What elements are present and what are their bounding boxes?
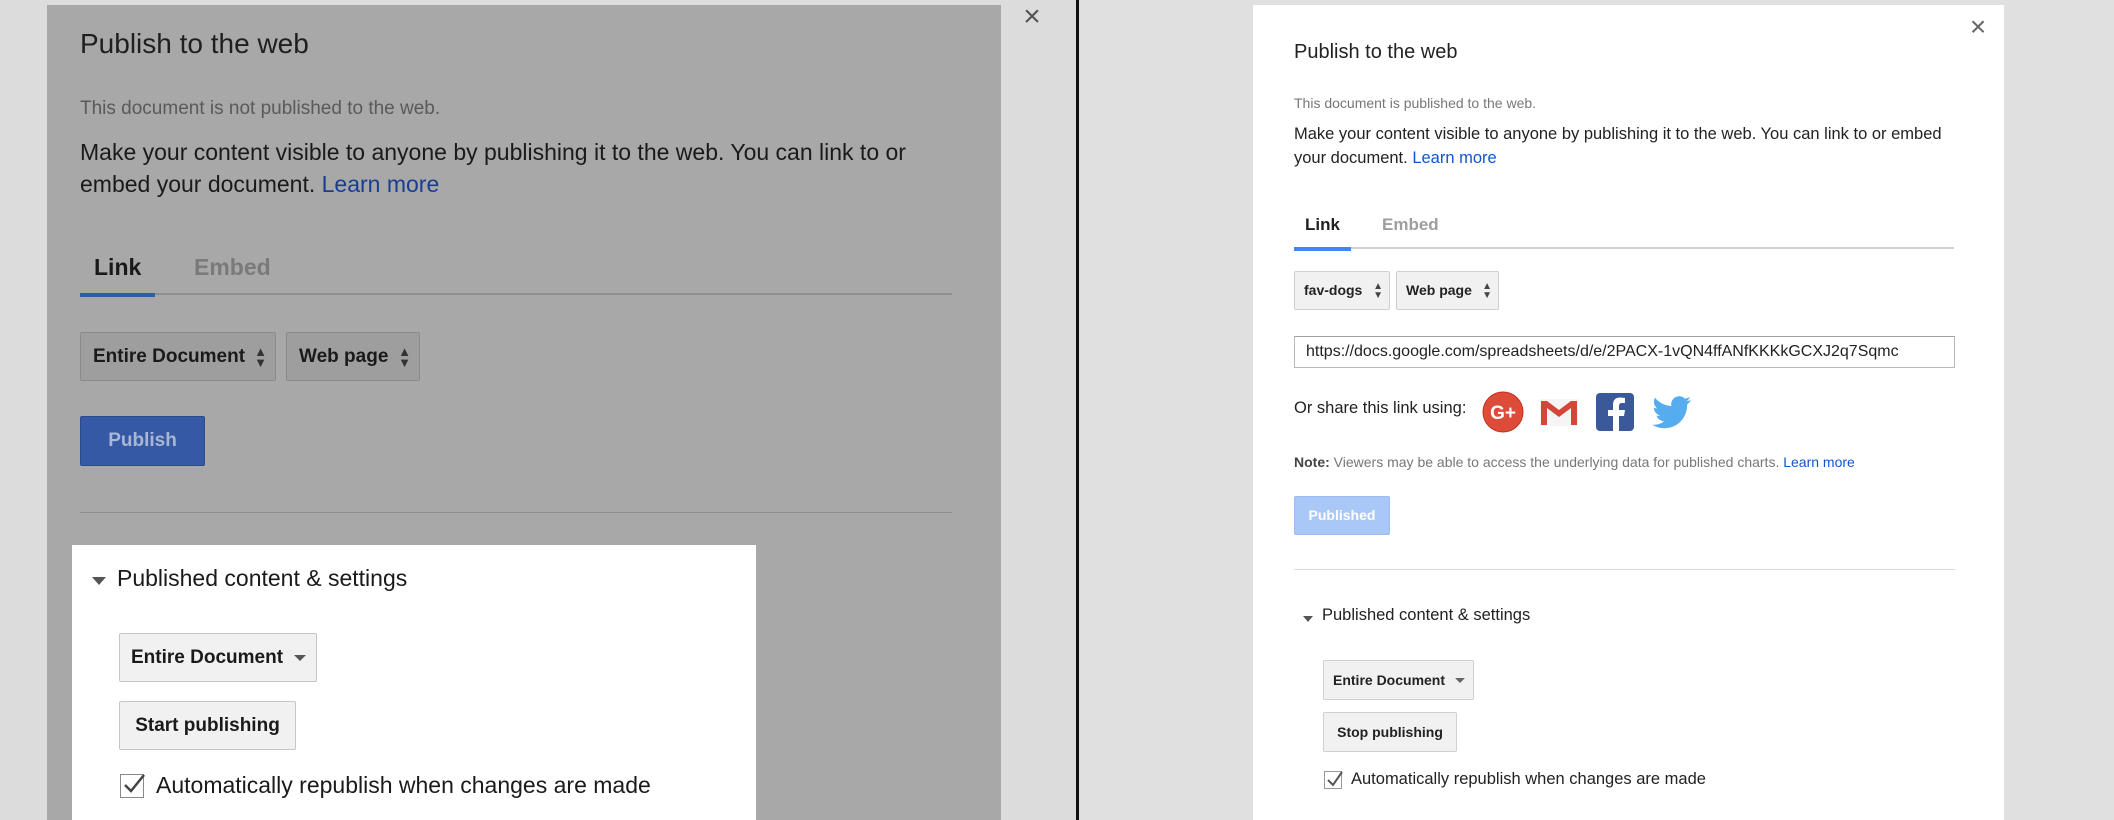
auto-republish-checkbox[interactable]	[1324, 771, 1343, 789]
right-screenshot-pane: × Publish to the web This document is pu…	[1079, 0, 2114, 820]
published-button[interactable]: Published	[1294, 496, 1390, 535]
updown-arrows-icon: ▲ ▼	[1482, 280, 1492, 301]
content-scope-dropdown[interactable]: Entire Document	[1323, 660, 1474, 700]
twitter-share-icon[interactable]	[1650, 390, 1694, 434]
publish-status-text: This document is not published to the we…	[80, 98, 441, 119]
left-screenshot-pane: × Publish to the web This document is no…	[0, 0, 1076, 820]
auto-republish-checkbox[interactable]	[120, 774, 145, 798]
start-publishing-button[interactable]: Start publishing	[119, 701, 296, 750]
collapse-triangle-icon[interactable]	[1303, 616, 1313, 622]
publish-button[interactable]: Publish	[80, 416, 205, 466]
note-label: Note:	[1294, 454, 1330, 470]
learn-more-link[interactable]: Learn more	[1412, 149, 1496, 167]
dropdown-value: Entire Document	[131, 647, 284, 668]
google-plus-glyph: G+	[1490, 403, 1516, 424]
updown-arrows-icon: ▲ ▼	[398, 343, 411, 370]
sheet-select[interactable]: fav-dogs ▲ ▼	[1294, 271, 1390, 310]
note-text: Viewers may be able to access the underl…	[1333, 454, 1780, 470]
publish-status-text: This document is published to the web.	[1294, 95, 1537, 111]
description-text: Make your content visible to anyone by p…	[1294, 125, 1942, 167]
close-icon[interactable]: ×	[1965, 13, 1991, 42]
dialog-description: Make your content visible to anyone by p…	[1294, 122, 1944, 170]
dialog-description: Make your content visible to anyone by p…	[80, 136, 940, 200]
note-learn-more-link[interactable]: Learn more	[1783, 454, 1855, 470]
checkmark-icon	[124, 774, 145, 793]
checkmark-icon	[1327, 771, 1343, 787]
scope-select[interactable]: Entire Document ▲ ▼	[80, 332, 276, 381]
description-text: Make your content visible to anyone by p…	[80, 139, 906, 197]
data-access-note: Note: Viewers may be able to access the …	[1294, 454, 1855, 470]
published-url-field[interactable]: https://docs.google.com/spreadsheets/d/e…	[1294, 336, 1955, 368]
format-select[interactable]: Web page ▲ ▼	[286, 332, 420, 381]
format-select-value: Web page	[299, 346, 389, 367]
divider	[1294, 569, 1955, 570]
collapse-triangle-icon[interactable]	[92, 577, 106, 585]
format-select-value: Web page	[1406, 282, 1472, 298]
tab-link[interactable]: Link	[1294, 210, 1351, 251]
tab-bar: Link Embed	[80, 252, 952, 297]
section-title[interactable]: Published content & settings	[1322, 606, 1530, 625]
facebook-share-icon[interactable]	[1593, 390, 1637, 434]
share-label: Or share this link using:	[1294, 399, 1467, 417]
scope-select-value: Entire Document	[93, 346, 246, 367]
chevron-down-icon	[1455, 678, 1465, 683]
sheet-select-value: fav-dogs	[1304, 282, 1363, 298]
gmail-share-icon[interactable]	[1537, 390, 1581, 434]
section-title[interactable]: Published content & settings	[117, 565, 407, 592]
stop-publishing-button[interactable]: Stop publishing	[1323, 712, 1457, 752]
tab-bar: Link Embed	[1294, 210, 1954, 251]
published-settings-section: Published content & settings Entire Docu…	[72, 545, 756, 820]
tab-link[interactable]: Link	[80, 252, 156, 297]
chevron-down-icon	[294, 655, 306, 661]
updown-arrows-icon: ▲ ▼	[254, 343, 267, 370]
divider	[80, 512, 952, 513]
google-plus-share-icon[interactable]: G+	[1481, 390, 1525, 434]
tab-embed[interactable]: Embed	[1371, 210, 1450, 249]
tab-embed[interactable]: Embed	[180, 252, 285, 295]
dialog-title: Publish to the web	[80, 28, 309, 59]
format-select[interactable]: Web page ▲ ▼	[1396, 271, 1499, 310]
dialog-title: Publish to the web	[1294, 41, 1458, 63]
publish-dialog-published: × Publish to the web This document is pu…	[1253, 5, 2004, 820]
auto-republish-label: Automatically republish when changes are…	[1351, 770, 1706, 788]
close-icon[interactable]: ×	[1017, 2, 1047, 32]
learn-more-link[interactable]: Learn more	[322, 171, 440, 197]
updown-arrows-icon: ▲ ▼	[1373, 280, 1383, 301]
auto-republish-label: Automatically republish when changes are…	[156, 772, 651, 798]
content-scope-dropdown[interactable]: Entire Document	[119, 633, 317, 682]
dropdown-value: Entire Document	[1333, 672, 1446, 688]
